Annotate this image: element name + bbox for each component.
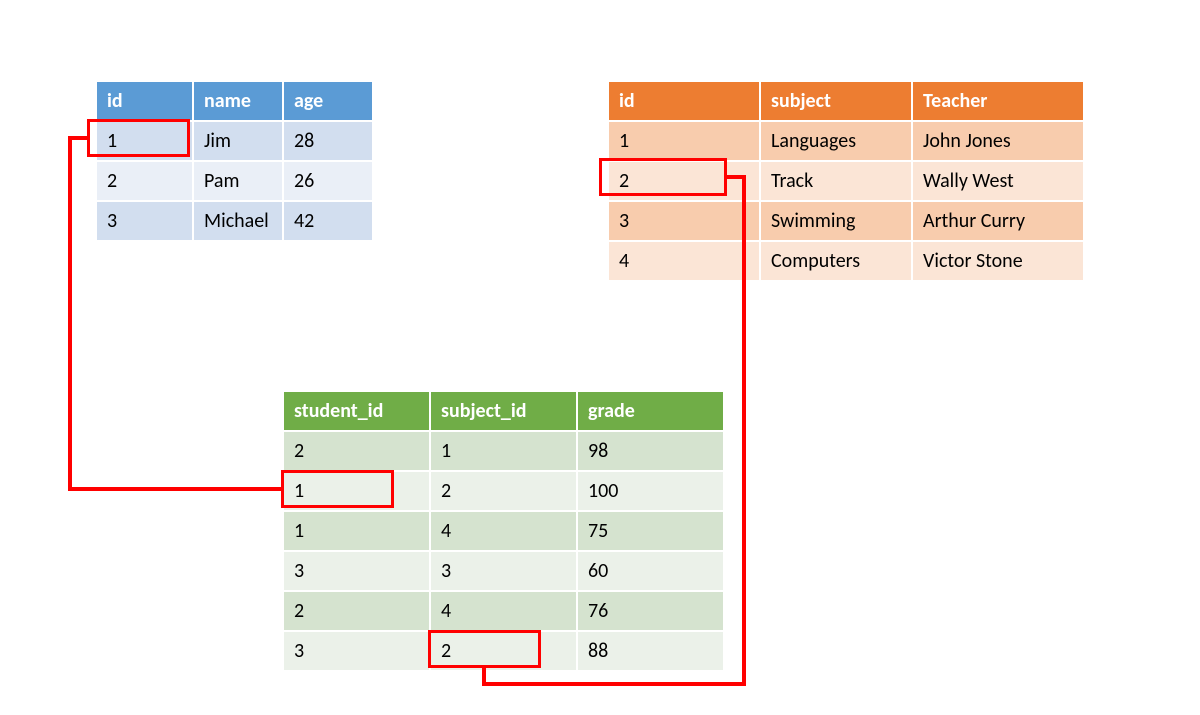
grade-subject-id-cell: 4 [431, 592, 576, 630]
table-row: 3 3 60 [284, 552, 723, 590]
subject-subject-cell: Computers [761, 242, 911, 280]
grades-header-row: student_id subject_id grade [284, 392, 723, 430]
grade-student-id-cell: 3 [284, 552, 429, 590]
students-header-age: age [284, 82, 372, 120]
grades-table: student_id subject_id grade 2 1 98 1 2 1… [282, 390, 725, 672]
grade-subject-id-cell: 4 [431, 512, 576, 550]
students-table: id name age 1 Jim 28 2 Pam 26 3 Michael … [95, 80, 374, 242]
table-row: 2 Track Wally West [609, 162, 1083, 200]
grade-grade-cell: 88 [578, 632, 723, 670]
student-name-cell: Michael [194, 202, 282, 240]
grade-subject-id-cell: 2 [431, 472, 576, 510]
students-header-name: name [194, 82, 282, 120]
grades-header-grade: grade [578, 392, 723, 430]
subject-id-cell: 4 [609, 242, 759, 280]
table-row: 3 2 88 [284, 632, 723, 670]
subject-subject-cell: Swimming [761, 202, 911, 240]
subjects-table: id subject Teacher 1 Languages John Jone… [607, 80, 1085, 282]
grade-subject-id-cell: 3 [431, 552, 576, 590]
student-id-cell: 2 [97, 162, 192, 200]
subjects-header-id: id [609, 82, 759, 120]
table-row: 3 Michael 42 [97, 202, 372, 240]
student-age-cell: 26 [284, 162, 372, 200]
grade-student-id-cell: 2 [284, 432, 429, 470]
table-row: 1 Languages John Jones [609, 122, 1083, 160]
subjects-header-teacher: Teacher [913, 82, 1083, 120]
table-row: 4 Computers Victor Stone [609, 242, 1083, 280]
subjects-header-subject: subject [761, 82, 911, 120]
student-id-cell: 3 [97, 202, 192, 240]
grade-student-id-cell: 1 [284, 472, 429, 510]
grade-grade-cell: 100 [578, 472, 723, 510]
subjects-header-row: id subject Teacher [609, 82, 1083, 120]
subject-id-cell: 3 [609, 202, 759, 240]
table-row: 1 2 100 [284, 472, 723, 510]
grade-student-id-cell: 3 [284, 632, 429, 670]
subject-teacher-cell: John Jones [913, 122, 1083, 160]
grade-grade-cell: 75 [578, 512, 723, 550]
grade-grade-cell: 98 [578, 432, 723, 470]
subject-subject-cell: Track [761, 162, 911, 200]
grade-student-id-cell: 2 [284, 592, 429, 630]
grades-header-student-id: student_id [284, 392, 429, 430]
subject-id-cell: 2 [609, 162, 759, 200]
table-row: 1 Jim 28 [97, 122, 372, 160]
diagram-stage: id name age 1 Jim 28 2 Pam 26 3 Michael … [0, 0, 1200, 715]
grade-grade-cell: 60 [578, 552, 723, 590]
student-age-cell: 42 [284, 202, 372, 240]
student-age-cell: 28 [284, 122, 372, 160]
grade-subject-id-cell: 1 [431, 432, 576, 470]
subject-subject-cell: Languages [761, 122, 911, 160]
student-id-cell: 1 [97, 122, 192, 160]
subject-id-cell: 1 [609, 122, 759, 160]
table-row: 3 Swimming Arthur Curry [609, 202, 1083, 240]
table-row: 2 Pam 26 [97, 162, 372, 200]
grade-student-id-cell: 1 [284, 512, 429, 550]
students-header-id: id [97, 82, 192, 120]
student-name-cell: Pam [194, 162, 282, 200]
subject-teacher-cell: Wally West [913, 162, 1083, 200]
table-row: 2 4 76 [284, 592, 723, 630]
student-name-cell: Jim [194, 122, 282, 160]
table-row: 2 1 98 [284, 432, 723, 470]
table-row: 1 4 75 [284, 512, 723, 550]
subject-teacher-cell: Victor Stone [913, 242, 1083, 280]
grades-header-subject-id: subject_id [431, 392, 576, 430]
students-header-row: id name age [97, 82, 372, 120]
subject-teacher-cell: Arthur Curry [913, 202, 1083, 240]
grade-grade-cell: 76 [578, 592, 723, 630]
grade-subject-id-cell: 2 [431, 632, 576, 670]
